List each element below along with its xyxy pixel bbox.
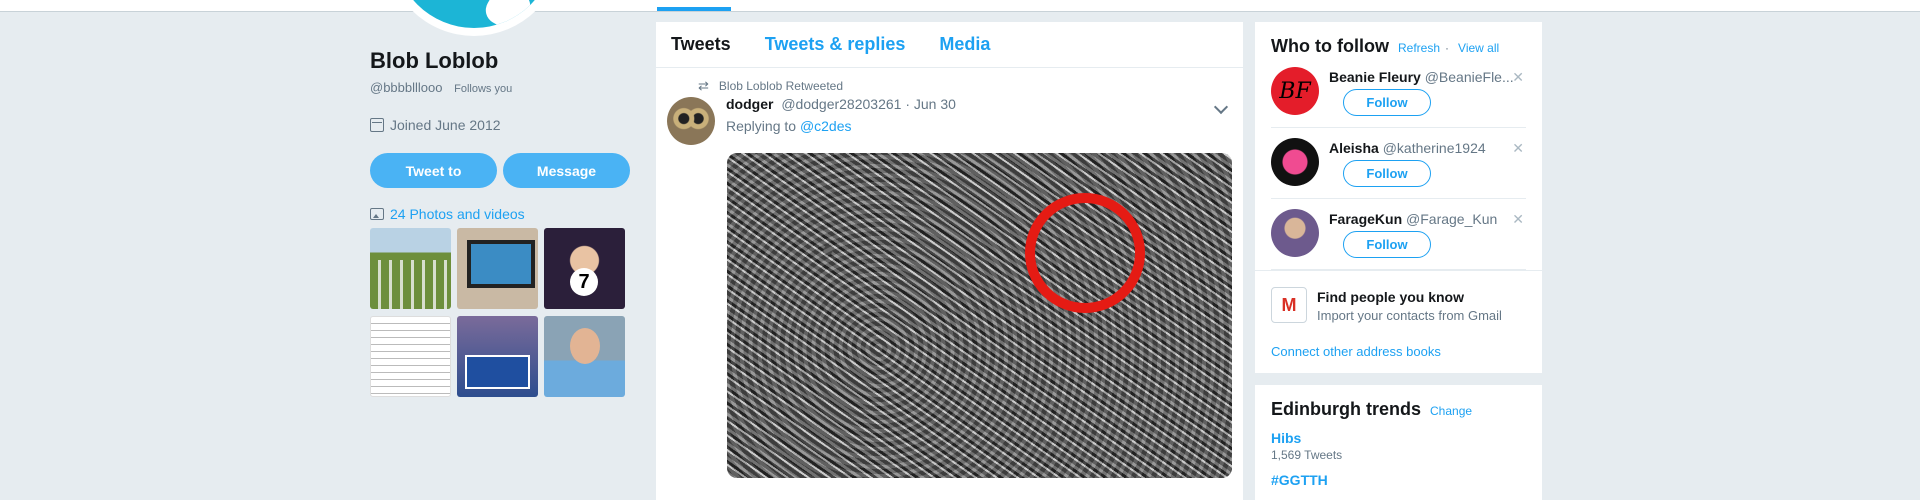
retweeted-by[interactable]: Blob Loblob Retweeted [719, 79, 843, 93]
tab-media[interactable]: Media [939, 34, 990, 55]
suggested-user-name[interactable]: FarageKun @Farage_Kun [1329, 211, 1529, 227]
tweet-author-handle[interactable]: @dodger28203261 [781, 96, 901, 112]
photo-thumbnail[interactable] [544, 228, 625, 309]
replying-to: Replying to @c2des [726, 118, 852, 134]
right-sidebar: Who to follow Refresh · View all BF Bean… [1255, 22, 1542, 500]
photos-videos-label: 24 Photos and videos [390, 206, 525, 222]
photo-thumbnail[interactable] [544, 316, 625, 397]
trends-heading: Edinburgh trends Change [1271, 399, 1526, 420]
user-avatar[interactable] [1271, 209, 1319, 257]
photo-thumbnail[interactable] [457, 316, 538, 397]
tweet-author-name[interactable]: dodger [726, 96, 773, 112]
highlight-circle [1025, 193, 1145, 313]
dismiss-icon[interactable]: ✕ [1512, 211, 1524, 228]
find-people-title[interactable]: Find people you know [1317, 289, 1464, 305]
photos-videos-link[interactable]: 24 Photos and videos [370, 206, 630, 222]
change-trends-link[interactable]: Change [1430, 404, 1472, 418]
gmail-icon [1271, 287, 1307, 323]
suggested-user: FarageKun @Farage_Kun Follow ✕ [1271, 199, 1526, 270]
profile-name[interactable]: Blob Loblob [370, 48, 630, 74]
photo-grid [370, 228, 630, 397]
timeline: Tweets Tweets & replies Media ⇄ Blob Lob… [656, 22, 1243, 500]
retweet-context: ⇄ Blob Loblob Retweeted [698, 78, 843, 94]
follow-button[interactable]: Follow [1343, 160, 1431, 187]
trend-name[interactable]: #GGTTH [1271, 472, 1526, 488]
profile-avatar[interactable] [386, 0, 562, 36]
reply-mention-link[interactable]: @c2des [800, 118, 852, 134]
replying-prefix: Replying to [726, 118, 797, 134]
view-all-link[interactable]: View all [1458, 41, 1499, 55]
tweet-date[interactable]: · Jun 30 [905, 96, 956, 112]
calendar-icon [370, 118, 384, 132]
who-to-follow-panel: Who to follow Refresh · View all BF Bean… [1255, 22, 1542, 373]
trend-count: 1,569 Tweets [1271, 448, 1343, 462]
tweet-header: dodger @dodger28203261 · Jun 30 [726, 96, 956, 112]
retweet-icon: ⇄ [698, 78, 709, 93]
connect-address-books-link[interactable]: Connect other address books [1271, 344, 1526, 359]
tweet-image[interactable] [727, 153, 1232, 478]
find-people-subtitle: Import your contacts from Gmail [1317, 308, 1502, 323]
profile-handle-row: @bbbblllooo Follows you [370, 80, 630, 95]
find-people-row[interactable]: Find people you know Import your contact… [1255, 270, 1542, 336]
trend-name[interactable]: Hibs [1271, 430, 1526, 446]
tab-tweets-replies[interactable]: Tweets & replies [765, 34, 906, 55]
follows-you-badge: Follows you [454, 83, 513, 95]
chevron-down-icon[interactable] [1213, 99, 1229, 115]
who-to-follow-heading: Who to follow Refresh · View all [1271, 36, 1526, 57]
user-avatar[interactable]: BF [1271, 67, 1319, 115]
user-avatar[interactable] [1271, 138, 1319, 186]
trend-item[interactable]: #GGTTH [1271, 472, 1526, 488]
dismiss-icon[interactable]: ✕ [1512, 140, 1524, 157]
timeline-tabs: Tweets Tweets & replies Media [656, 22, 1243, 68]
profile-card: Blob Loblob @bbbblllooo Follows you Join… [370, 48, 630, 397]
profile-actions: Tweet to Message [370, 153, 630, 188]
joined-text: Joined June 2012 [390, 117, 501, 133]
dismiss-icon[interactable]: ✕ [1512, 69, 1524, 86]
trend-item[interactable]: Hibs 1,569 Tweets [1271, 430, 1526, 462]
photo-thumbnail[interactable] [370, 316, 451, 397]
trends-panel: Edinburgh trends Change Hibs 1,569 Tweet… [1255, 385, 1542, 500]
nav-active-indicator [657, 7, 731, 11]
suggested-user-name[interactable]: Aleisha @katherine1924 [1329, 140, 1529, 156]
separator-dot: · [1445, 41, 1450, 55]
refresh-link[interactable]: Refresh [1398, 41, 1440, 55]
follow-button[interactable]: Follow [1343, 89, 1431, 116]
tweet-author-avatar[interactable] [667, 97, 715, 145]
tab-tweets[interactable]: Tweets [671, 34, 731, 55]
joined-date: Joined June 2012 [370, 117, 630, 133]
message-button[interactable]: Message [503, 153, 630, 188]
tweet-to-button[interactable]: Tweet to [370, 153, 497, 188]
top-nav [0, 0, 1920, 12]
photo-thumbnail[interactable] [370, 228, 451, 309]
suggested-user-name[interactable]: Beanie Fleury @BeanieFle... [1329, 69, 1529, 85]
who-to-follow-title: Who to follow [1271, 36, 1389, 56]
profile-handle[interactable]: @bbbblllooo [370, 80, 442, 95]
suggested-user: BF Beanie Fleury @BeanieFle... Follow ✕ [1271, 57, 1526, 128]
follow-button[interactable]: Follow [1343, 231, 1431, 258]
photo-thumbnail[interactable] [457, 228, 538, 309]
image-icon [370, 208, 384, 220]
suggested-user: Aleisha @katherine1924 Follow ✕ [1271, 128, 1526, 199]
trends-title: Edinburgh trends [1271, 399, 1421, 419]
